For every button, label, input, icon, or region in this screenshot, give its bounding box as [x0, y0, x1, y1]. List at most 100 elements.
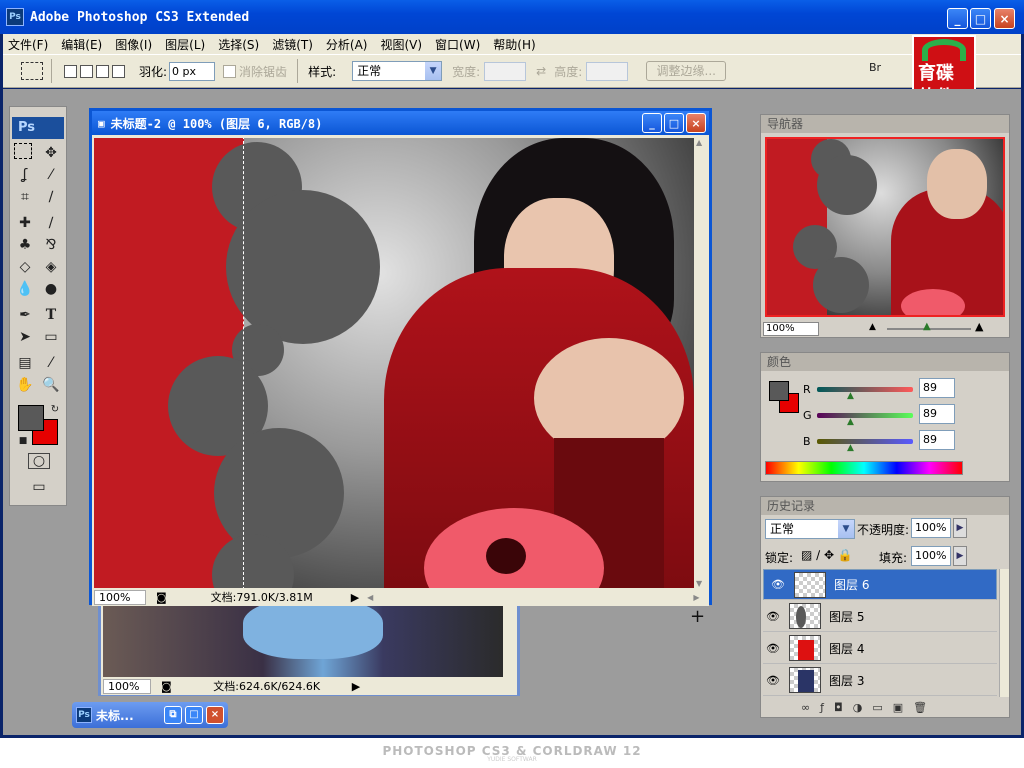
foreground-color-swatch[interactable] — [18, 405, 44, 431]
doc-close-button[interactable]: × — [686, 113, 706, 133]
dodge-tool-icon[interactable]: ● — [40, 279, 62, 299]
menu-image[interactable]: 图像(I) — [110, 36, 157, 53]
menu-analysis[interactable]: 分析(A) — [321, 36, 373, 53]
title-bar[interactable]: Ps Adobe Photoshop CS3 Extended _ □ × — [0, 0, 1024, 34]
doc-title-bar[interactable]: ▣ 未标题-2 @ 100% (图层 6, RGB/8) _ □ × — [92, 111, 709, 135]
eraser-tool-icon[interactable]: ◇ — [14, 257, 36, 277]
menu-file[interactable]: 文件(F) — [3, 36, 53, 53]
blur-tool-icon[interactable]: 💧 — [14, 279, 36, 299]
status-menu-icon[interactable]: ◙ — [161, 680, 172, 693]
maximize-icon[interactable]: □ — [185, 706, 203, 724]
zoom-slider-thumb[interactable]: ▲ — [923, 321, 931, 332]
history-brush-icon[interactable]: ⅋ — [40, 235, 62, 255]
maximize-button[interactable]: □ — [970, 8, 991, 29]
layer-row-5[interactable]: 👁 图层 5 — [763, 601, 997, 632]
quick-mask-icon[interactable]: ○ — [28, 453, 50, 469]
doc-minimize-button[interactable]: _ — [642, 113, 662, 133]
status-menu-icon[interactable]: ◙ — [156, 591, 167, 604]
menu-layer[interactable]: 图层(L) — [160, 36, 210, 53]
hand-tool-icon[interactable]: ✋ — [14, 375, 36, 395]
back-doc-scrollbar[interactable] — [503, 599, 517, 677]
clone-stamp-icon[interactable]: ♣ — [14, 235, 36, 255]
minimized-document[interactable]: Ps 未标... ⧉ □ × — [72, 702, 228, 728]
swap-colors-icon[interactable]: ↻ — [44, 399, 66, 419]
doc-maximize-button[interactable]: □ — [664, 113, 684, 133]
style-select[interactable]: 正常 ▼ — [352, 61, 443, 81]
eyedropper-icon[interactable]: ⁄ — [40, 353, 62, 373]
r-value[interactable]: 89 — [919, 378, 955, 398]
default-colors-icon[interactable]: ■ — [12, 431, 34, 451]
b-slider-thumb[interactable]: ▲ — [847, 443, 854, 453]
g-value[interactable]: 89 — [919, 404, 955, 424]
color-foreground-swatch[interactable] — [769, 381, 789, 401]
type-tool-icon[interactable]: T — [40, 305, 62, 325]
pen-tool-icon[interactable]: ✒ — [14, 305, 36, 325]
lock-icons[interactable]: ▨ ∕ ✥ 🔒 — [801, 548, 853, 562]
menu-filter[interactable]: 滤镜(T) — [267, 36, 318, 53]
opacity-arrow-icon[interactable]: ▶ — [953, 518, 967, 538]
antialias-checkbox[interactable] — [223, 64, 237, 78]
g-slider[interactable] — [817, 413, 913, 418]
layer-row-3[interactable]: 👁 图层 3 — [763, 665, 997, 696]
fill-field[interactable]: 100% — [911, 546, 951, 566]
b-value[interactable]: 89 — [919, 430, 955, 450]
navigator-thumbnail[interactable] — [765, 137, 1005, 317]
restore-icon[interactable]: ⧉ — [164, 706, 182, 724]
opacity-field[interactable]: 100% — [911, 518, 951, 538]
close-icon[interactable]: × — [206, 706, 224, 724]
healing-brush-icon[interactable]: ✚ — [14, 213, 36, 233]
notes-tool-icon[interactable]: ▤ — [14, 353, 36, 373]
r-slider[interactable] — [817, 387, 913, 392]
rectangle-tool-icon[interactable]: ▭ — [40, 327, 62, 347]
menu-select[interactable]: 选择(S) — [213, 36, 264, 53]
zoom-out-icon[interactable]: ▲ — [869, 322, 876, 332]
path-select-icon[interactable]: ➤ — [14, 327, 36, 347]
visibility-eye-icon[interactable]: 👁 — [763, 642, 783, 655]
menu-edit[interactable]: 编辑(E) — [56, 36, 107, 53]
layers-scrollbar[interactable] — [999, 569, 1009, 697]
menu-view[interactable]: 视图(V) — [375, 36, 427, 53]
scroll-left-icon[interactable]: ◀ — [367, 593, 373, 602]
navigator-title[interactable]: 导航器 — [761, 115, 1009, 133]
color-spectrum-bar[interactable] — [765, 461, 963, 475]
navigator-zoom-field[interactable]: 100% — [763, 322, 819, 336]
status-arrow-icon[interactable]: ▶ — [352, 680, 360, 693]
doc-zoom-field[interactable]: 100% — [94, 589, 146, 605]
magic-wand-icon[interactable]: ⁄ — [40, 165, 62, 185]
refine-edge-button[interactable]: 调整边缘... — [646, 61, 727, 81]
crop-tool-icon[interactable]: ⌗ — [14, 187, 36, 207]
layer-row-4[interactable]: 👁 图层 4 — [763, 633, 997, 664]
visibility-eye-icon[interactable]: 👁 — [768, 576, 788, 594]
subtract-selection-icon[interactable] — [96, 64, 109, 78]
bridge-icon[interactable]: Br — [869, 61, 893, 81]
main-document-window[interactable]: ▣ 未标题-2 @ 100% (图层 6, RGB/8) _ □ × ▲ ▼ 1… — [89, 108, 712, 606]
menu-window[interactable]: 窗口(W) — [430, 36, 485, 53]
history-title[interactable]: 历史记录 — [761, 497, 1009, 515]
visibility-eye-icon[interactable]: 👁 — [763, 674, 783, 687]
slice-tool-icon[interactable]: ∕ — [40, 187, 62, 207]
fill-arrow-icon[interactable]: ▶ — [953, 546, 967, 566]
width-input[interactable] — [484, 61, 527, 81]
move-tool-icon[interactable]: ✥ — [40, 143, 62, 163]
marquee-preset-icon[interactable] — [21, 62, 43, 80]
r-slider-thumb[interactable]: ▲ — [847, 391, 854, 401]
menu-help[interactable]: 帮助(H) — [488, 36, 540, 53]
add-selection-icon[interactable] — [80, 64, 93, 78]
paint-bucket-icon[interactable]: ◈ — [40, 257, 62, 277]
lasso-tool-icon[interactable]: ʆ — [14, 165, 36, 185]
zoom-in-icon[interactable]: ▲ — [975, 320, 983, 333]
blend-mode-select[interactable]: 正常 ▼ — [765, 519, 855, 539]
scroll-right-icon[interactable]: ▶ — [693, 593, 699, 602]
layer-row-6[interactable]: 👁 图层 6 — [763, 569, 997, 600]
new-selection-icon[interactable] — [64, 64, 77, 78]
intersect-selection-icon[interactable] — [112, 64, 125, 78]
b-slider[interactable] — [817, 439, 913, 444]
canvas[interactable] — [94, 138, 694, 588]
color-title[interactable]: 颜色 — [761, 353, 1009, 371]
status-arrow-icon[interactable]: ▶ — [351, 591, 359, 604]
brush-tool-icon[interactable]: ∕ — [40, 213, 62, 233]
back-doc-zoom[interactable]: 100% — [103, 678, 151, 694]
vertical-scrollbar[interactable]: ▲ ▼ — [694, 138, 709, 588]
height-input[interactable] — [586, 61, 629, 81]
g-slider-thumb[interactable]: ▲ — [847, 417, 854, 427]
